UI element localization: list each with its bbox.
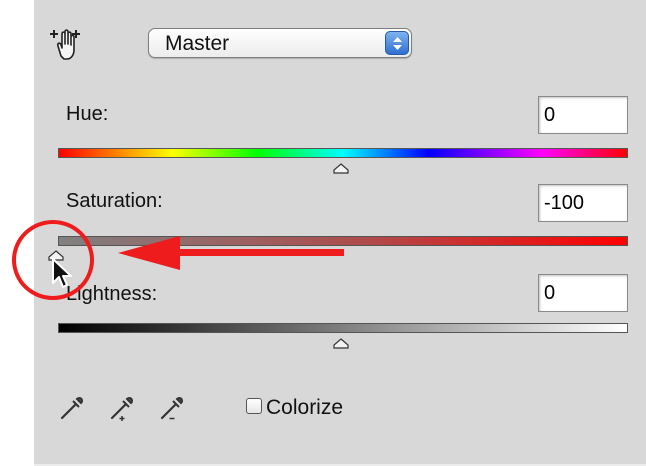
- hue-label: Hue:: [66, 103, 109, 125]
- annotation-arrow-icon: [118, 236, 344, 270]
- colorize-label: Colorize: [266, 396, 344, 419]
- saturation-label: Saturation:: [66, 190, 163, 212]
- lightness-slider-track[interactable]: [58, 323, 628, 333]
- targeted-adjustment-hand-icon[interactable]: [48, 26, 88, 64]
- preset-dropdown-value: Master: [165, 32, 230, 55]
- colorize-checkbox[interactable]: [246, 398, 262, 414]
- eyedropper-icon[interactable]: [58, 390, 88, 422]
- hue-input[interactable]: 0: [538, 96, 628, 134]
- eyedropper-minus-icon[interactable]: [158, 390, 188, 422]
- hue-slider-track[interactable]: [58, 148, 628, 158]
- saturation-input[interactable]: -100: [538, 184, 628, 222]
- lightness-input[interactable]: 0: [538, 274, 628, 312]
- dropdown-arrows-icon: [385, 31, 409, 55]
- lightness-slider-thumb[interactable]: [333, 338, 349, 349]
- hue-slider-thumb[interactable]: [333, 163, 349, 174]
- preset-dropdown[interactable]: Master: [148, 28, 412, 58]
- eyedropper-plus-icon[interactable]: [108, 390, 138, 422]
- mouse-cursor-icon: [52, 258, 72, 288]
